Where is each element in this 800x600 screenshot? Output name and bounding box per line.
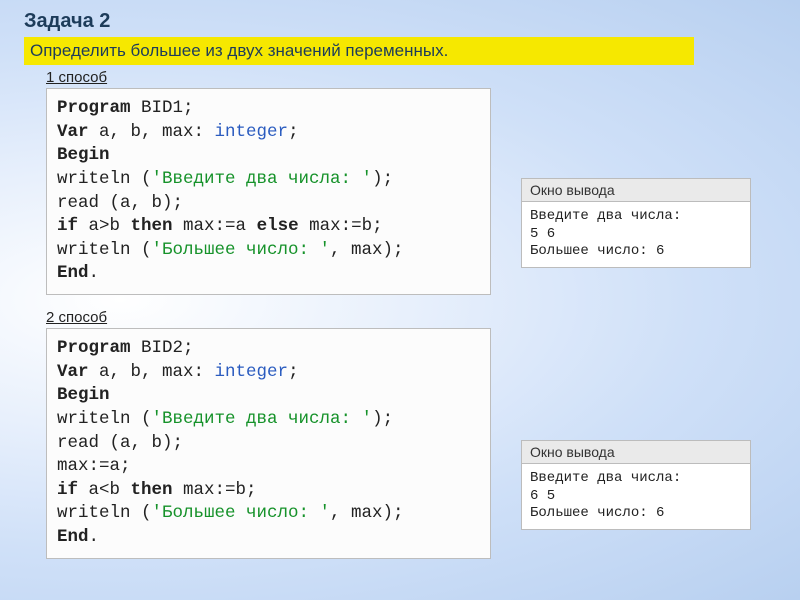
end-dot: .: [89, 263, 100, 283]
close-paren: );: [372, 409, 393, 429]
close-paren: );: [372, 169, 393, 189]
end-dot: .: [89, 527, 100, 547]
semicolon: ;: [288, 362, 299, 382]
string-prompt: 'Введите два числа: ': [152, 409, 373, 429]
writeln-call-2: writeln (: [57, 503, 152, 523]
read-call: read (a, b);: [57, 193, 183, 213]
output-header: Окно вывода: [522, 441, 750, 464]
read-call: read (a, b);: [57, 433, 183, 453]
then-body: max:=b;: [173, 480, 257, 500]
prog-name: BID1;: [131, 98, 194, 118]
semicolon: ;: [288, 122, 299, 142]
string-result: 'Большее число: ': [152, 240, 331, 260]
method-1-label: 1 способ: [46, 69, 776, 86]
writeln-call-2: writeln (: [57, 240, 152, 260]
task-title: Задача 2: [24, 10, 776, 33]
string-result: 'Большее число: ': [152, 503, 331, 523]
slide: Задача 2 Определить большее из двух знач…: [0, 0, 800, 583]
writeln-call: writeln (: [57, 409, 152, 429]
if-cond: a<b: [78, 480, 131, 500]
var-decl: a, b, max:: [89, 362, 215, 382]
code-block-2: Program BID2; Var a, b, max: integer; Be…: [46, 328, 491, 559]
kw-else: else: [257, 216, 299, 236]
kw-begin: Begin: [57, 385, 110, 405]
writeln-tail: , max);: [330, 240, 404, 260]
kw-if: if: [57, 216, 78, 236]
writeln-tail: , max);: [330, 503, 404, 523]
output-window-1: Окно вывода Введите два числа: 5 6 Больш…: [521, 178, 751, 268]
string-prompt: 'Введите два числа: ': [152, 169, 373, 189]
kw-program: Program: [57, 98, 131, 118]
output-body: Введите два числа: 6 5 Большее число: 6: [522, 464, 750, 529]
output-header: Окно вывода: [522, 179, 750, 202]
type-integer: integer: [215, 362, 289, 382]
kw-var: Var: [57, 362, 89, 382]
kw-then: then: [131, 480, 173, 500]
output-body: Введите два числа: 5 6 Большее число: 6: [522, 202, 750, 267]
var-decl: a, b, max:: [89, 122, 215, 142]
kw-then: then: [131, 216, 173, 236]
if-cond: a>b: [78, 216, 131, 236]
type-integer: integer: [215, 122, 289, 142]
code-block-1: Program BID1; Var a, b, max: integer; Be…: [46, 88, 491, 295]
kw-var: Var: [57, 122, 89, 142]
method-1-row: Program BID1; Var a, b, max: integer; Be…: [24, 88, 776, 295]
output-window-2: Окно вывода Введите два числа: 6 5 Больш…: [521, 440, 751, 530]
assign-line: max:=a;: [57, 456, 131, 476]
method-2-label: 2 способ: [46, 309, 776, 326]
kw-end: End: [57, 263, 89, 283]
writeln-call: writeln (: [57, 169, 152, 189]
kw-end: End: [57, 527, 89, 547]
kw-begin: Begin: [57, 145, 110, 165]
else-body: max:=b;: [299, 216, 383, 236]
kw-if: if: [57, 480, 78, 500]
task-description: Определить большее из двух значений пере…: [24, 37, 694, 65]
method-2-row: Program BID2; Var a, b, max: integer; Be…: [24, 328, 776, 559]
kw-program: Program: [57, 338, 131, 358]
then-body: max:=a: [173, 216, 257, 236]
prog-name: BID2;: [131, 338, 194, 358]
